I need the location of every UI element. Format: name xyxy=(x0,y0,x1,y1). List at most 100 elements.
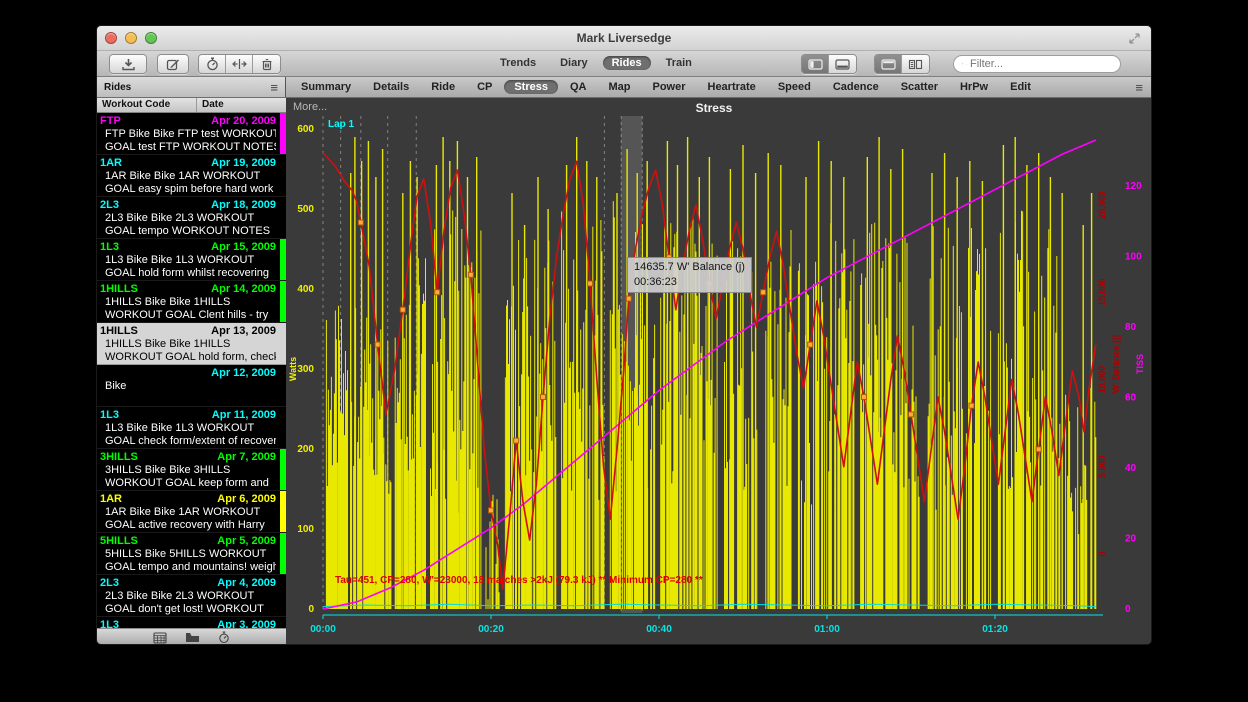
wbal-tick-label: 20,000 xyxy=(1097,191,1107,219)
chevron-down-icon xyxy=(966,62,967,67)
ride-description: GOAL tempo WORKOUT NOTES xyxy=(100,225,276,238)
ride-description: 1HILLS Bike Bike 1HILLS xyxy=(100,296,276,309)
main-toolbar: Trends Diary Rides Train xyxy=(97,51,1151,77)
ride-date: Apr 14, 2009 xyxy=(211,282,276,296)
ride-date: Apr 3, 2009 xyxy=(217,618,276,628)
tiss-tick-label: 40 xyxy=(1125,463,1137,474)
ride-row[interactable]: 1ARApr 19, 20091AR Bike Bike 1AR WORKOUT… xyxy=(97,155,286,197)
watts-tick-label: 500 xyxy=(297,204,314,215)
match-marker xyxy=(375,342,380,347)
match-marker xyxy=(435,290,440,295)
ride-row[interactable]: 5HILLSApr 5, 20095HILLS Bike 5HILLS WORK… xyxy=(97,533,286,575)
chart-tab-stress[interactable]: Stress xyxy=(504,80,558,94)
column-date[interactable]: Date xyxy=(197,98,286,112)
ride-code: 1L3 xyxy=(100,240,119,254)
tabbed-view-button[interactable] xyxy=(875,55,902,73)
column-workout-code[interactable]: Workout Code xyxy=(97,98,197,112)
watts-axis-title: Watts xyxy=(288,357,298,381)
ride-row[interactable]: FTPApr 20, 2009FTP Bike Bike FTP test WO… xyxy=(97,113,286,155)
ride-list: FTPApr 20, 2009FTP Bike Bike FTP test WO… xyxy=(97,113,286,628)
watts-tick-label: 400 xyxy=(297,284,314,295)
tooltip-value: 14635.7 W' Balance (j) xyxy=(634,260,745,275)
stopwatch-icon xyxy=(206,57,219,71)
chart-tab-edit[interactable]: Edit xyxy=(1000,80,1041,94)
ride-row[interactable]: Apr 12, 2009Bike xyxy=(97,365,286,407)
chart-tab-qa[interactable]: QA xyxy=(560,80,597,94)
tiled-view-button[interactable] xyxy=(902,55,929,73)
scope-tab-diary[interactable]: Diary xyxy=(551,56,597,70)
ride-code: 1HILLS xyxy=(100,282,138,296)
minimize-button[interactable] xyxy=(125,32,137,44)
panel-toggle-group xyxy=(801,54,857,74)
zoom-button[interactable] xyxy=(145,32,157,44)
scope-tab-rides[interactable]: Rides xyxy=(603,56,651,70)
match-marker xyxy=(808,342,813,347)
sidebar-footer xyxy=(97,628,286,645)
ride-description: WORKOUT GOAL keep form and xyxy=(100,477,276,490)
fullscreen-icon[interactable] xyxy=(1128,32,1141,45)
stopwatch-button[interactable] xyxy=(199,55,226,73)
stress-chart[interactable]: 00:0000:2000:4001:0001:20010020030040050… xyxy=(286,98,1152,645)
match-marker xyxy=(468,272,473,277)
chart-tab-speed[interactable]: Speed xyxy=(768,80,821,94)
filter-field[interactable] xyxy=(953,55,1121,73)
match-marker xyxy=(861,394,866,399)
ride-code: 5HILLS xyxy=(100,534,138,548)
split-arrows-icon xyxy=(232,58,247,70)
chart-tab-power[interactable]: Power xyxy=(642,80,695,94)
chart-tab-map[interactable]: Map xyxy=(598,80,640,94)
wbal-tick-label: 0 xyxy=(1097,551,1107,556)
chart-tab-heartrate[interactable]: Heartrate xyxy=(698,80,766,94)
ride-row[interactable]: 1HILLS Apr 14, 20091HILLS Bike Bike 1HILL… xyxy=(97,281,286,323)
ride-row[interactable]: 1HILLSApr 13, 20091HILLS Bike Bike 1HILL… xyxy=(97,323,286,365)
split-activity-button[interactable] xyxy=(226,55,253,73)
close-button[interactable] xyxy=(105,32,117,44)
tooltip-time: 00:36:23 xyxy=(634,275,745,290)
ride-code: 1HILLS xyxy=(100,324,138,338)
chart-menu-icon[interactable]: ≡ xyxy=(1135,81,1143,94)
chart-tab-ride[interactable]: Ride xyxy=(421,80,465,94)
list-column-headers: Workout Code Date xyxy=(97,98,286,113)
sidebar-header: Rides ≡ xyxy=(97,77,286,97)
match-marker xyxy=(400,307,405,312)
import-activity-button[interactable] xyxy=(109,54,147,74)
chart-tab-summary[interactable]: Summary xyxy=(291,80,361,94)
layout-toggle-group xyxy=(874,54,930,74)
stopwatch-small-icon[interactable] xyxy=(218,631,230,644)
chart-tab-cadence[interactable]: Cadence xyxy=(823,80,889,94)
scope-tab-trends[interactable]: Trends xyxy=(491,56,545,70)
folder-icon[interactable] xyxy=(185,632,200,643)
tiss-tick-label: 100 xyxy=(1125,252,1142,263)
ride-row[interactable]: 3HILLSApr 7, 20093HILLS Bike Bike 3HILLS… xyxy=(97,449,286,491)
match-marker xyxy=(588,281,593,286)
filter-input[interactable] xyxy=(970,58,1112,70)
chart-tab-hrpw[interactable]: HrPw xyxy=(950,80,998,94)
match-marker xyxy=(541,394,546,399)
chart-title: Stress xyxy=(696,101,733,115)
lowbar-toggle-button[interactable] xyxy=(829,55,856,73)
match-marker xyxy=(761,290,766,295)
chart-more-button[interactable]: More... xyxy=(293,101,327,113)
delete-activity-button[interactable] xyxy=(253,55,280,73)
ride-code: 2L3 xyxy=(100,576,119,590)
ride-row[interactable]: 1ARApr 6, 20091AR Bike Bike 1AR WORKOUTG… xyxy=(97,491,286,533)
ride-row[interactable]: 2L3Apr 18, 20092L3 Bike Bike 2L3 WORKOUT… xyxy=(97,197,286,239)
watts-tick-label: 0 xyxy=(308,604,314,615)
ride-row[interactable]: 2L3Apr 4, 20092L3 Bike Bike 2L3 WORKOUTG… xyxy=(97,575,286,617)
scope-tab-train[interactable]: Train xyxy=(657,56,701,70)
ride-row[interactable]: 1L3Apr 3, 2009 xyxy=(97,617,286,628)
x-tick-label: 01:00 xyxy=(814,624,840,635)
chart-tab-cp[interactable]: CP xyxy=(467,80,502,94)
title-bar[interactable]: Mark Liversedge xyxy=(97,26,1151,51)
bottom-panel-icon xyxy=(835,59,850,70)
sidebar-toggle-button[interactable] xyxy=(802,55,829,73)
ride-row[interactable]: 1L3Apr 11, 20091L3 Bike Bike 1L3 WORKOUT… xyxy=(97,407,286,449)
ride-row[interactable]: 1L3Apr 15, 20091L3 Bike Bike 1L3 WORKOUT… xyxy=(97,239,286,281)
calendar-icon[interactable] xyxy=(153,632,167,644)
chart-tab-scatter[interactable]: Scatter xyxy=(891,80,948,94)
ride-date: Apr 20, 2009 xyxy=(211,114,276,128)
chart-tab-details[interactable]: Details xyxy=(363,80,419,94)
ride-tools-group xyxy=(198,54,281,74)
sidebar-menu-icon[interactable]: ≡ xyxy=(270,81,278,94)
manual-entry-button[interactable] xyxy=(157,54,189,74)
